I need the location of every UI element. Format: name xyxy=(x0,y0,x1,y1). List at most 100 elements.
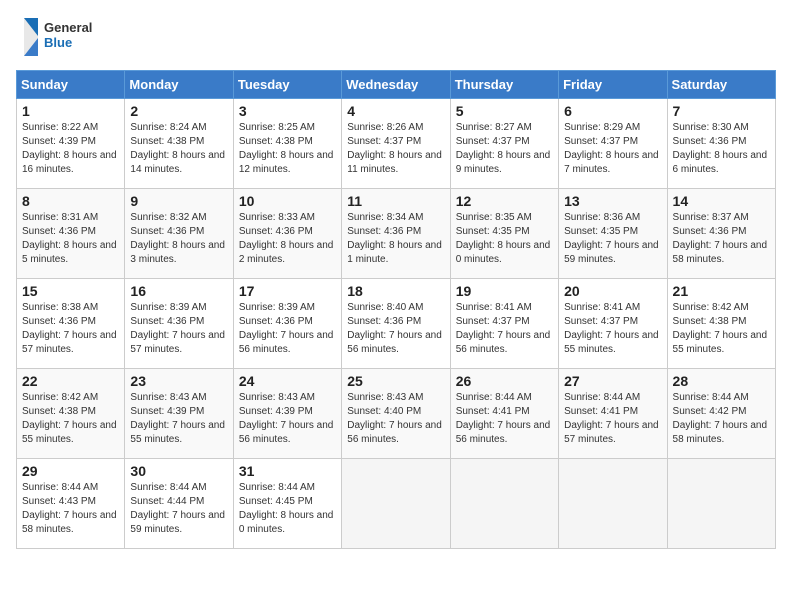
day-info: Sunrise: 8:32 AM Sunset: 4:36 PM Dayligh… xyxy=(130,211,227,267)
day-number: 22 xyxy=(22,373,119,389)
calendar-cell: 23 Sunrise: 8:43 AM Sunset: 4:39 PM Dayl… xyxy=(125,369,233,459)
day-number: 14 xyxy=(673,193,770,209)
calendar-cell: 9 Sunrise: 8:32 AM Sunset: 4:36 PM Dayli… xyxy=(125,189,233,279)
day-info: Sunrise: 8:44 AM Sunset: 4:44 PM Dayligh… xyxy=(130,481,227,537)
day-info: Sunrise: 8:37 AM Sunset: 4:36 PM Dayligh… xyxy=(673,211,770,267)
calendar-cell: 19 Sunrise: 8:41 AM Sunset: 4:37 PM Dayl… xyxy=(450,279,558,369)
calendar-cell: 6 Sunrise: 8:29 AM Sunset: 4:37 PM Dayli… xyxy=(559,99,667,189)
calendar-cell: 28 Sunrise: 8:44 AM Sunset: 4:42 PM Dayl… xyxy=(667,369,775,459)
day-number: 24 xyxy=(239,373,336,389)
day-info: Sunrise: 8:27 AM Sunset: 4:37 PM Dayligh… xyxy=(456,121,553,177)
day-number: 29 xyxy=(22,463,119,479)
day-info: Sunrise: 8:42 AM Sunset: 4:38 PM Dayligh… xyxy=(22,391,119,447)
day-number: 21 xyxy=(673,283,770,299)
day-number: 6 xyxy=(564,103,661,119)
day-number: 30 xyxy=(130,463,227,479)
weekday-header-thursday: Thursday xyxy=(450,71,558,99)
calendar-cell xyxy=(559,459,667,549)
day-info: Sunrise: 8:44 AM Sunset: 4:41 PM Dayligh… xyxy=(564,391,661,447)
day-number: 7 xyxy=(673,103,770,119)
weekday-header-sunday: Sunday xyxy=(17,71,125,99)
day-number: 17 xyxy=(239,283,336,299)
weekday-header-wednesday: Wednesday xyxy=(342,71,450,99)
day-number: 5 xyxy=(456,103,553,119)
day-number: 9 xyxy=(130,193,227,209)
calendar-cell: 3 Sunrise: 8:25 AM Sunset: 4:38 PM Dayli… xyxy=(233,99,341,189)
calendar-cell: 12 Sunrise: 8:35 AM Sunset: 4:35 PM Dayl… xyxy=(450,189,558,279)
calendar-cell: 30 Sunrise: 8:44 AM Sunset: 4:44 PM Dayl… xyxy=(125,459,233,549)
calendar-cell xyxy=(450,459,558,549)
day-number: 11 xyxy=(347,193,444,209)
calendar-cell: 27 Sunrise: 8:44 AM Sunset: 4:41 PM Dayl… xyxy=(559,369,667,459)
page-header: General Blue xyxy=(16,16,776,58)
day-info: Sunrise: 8:44 AM Sunset: 4:41 PM Dayligh… xyxy=(456,391,553,447)
day-info: Sunrise: 8:43 AM Sunset: 4:39 PM Dayligh… xyxy=(130,391,227,447)
day-number: 13 xyxy=(564,193,661,209)
calendar-cell: 16 Sunrise: 8:39 AM Sunset: 4:36 PM Dayl… xyxy=(125,279,233,369)
calendar-cell xyxy=(342,459,450,549)
calendar-cell: 26 Sunrise: 8:44 AM Sunset: 4:41 PM Dayl… xyxy=(450,369,558,459)
day-number: 2 xyxy=(130,103,227,119)
calendar-table: SundayMondayTuesdayWednesdayThursdayFrid… xyxy=(16,70,776,549)
calendar-cell: 20 Sunrise: 8:41 AM Sunset: 4:37 PM Dayl… xyxy=(559,279,667,369)
calendar-cell: 8 Sunrise: 8:31 AM Sunset: 4:36 PM Dayli… xyxy=(17,189,125,279)
day-number: 31 xyxy=(239,463,336,479)
day-number: 28 xyxy=(673,373,770,389)
day-info: Sunrise: 8:34 AM Sunset: 4:36 PM Dayligh… xyxy=(347,211,444,267)
calendar-cell: 21 Sunrise: 8:42 AM Sunset: 4:38 PM Dayl… xyxy=(667,279,775,369)
day-number: 23 xyxy=(130,373,227,389)
day-info: Sunrise: 8:29 AM Sunset: 4:37 PM Dayligh… xyxy=(564,121,661,177)
day-info: Sunrise: 8:30 AM Sunset: 4:36 PM Dayligh… xyxy=(673,121,770,177)
day-number: 15 xyxy=(22,283,119,299)
calendar-cell: 22 Sunrise: 8:42 AM Sunset: 4:38 PM Dayl… xyxy=(17,369,125,459)
day-number: 27 xyxy=(564,373,661,389)
day-number: 18 xyxy=(347,283,444,299)
calendar-week-3: 15 Sunrise: 8:38 AM Sunset: 4:36 PM Dayl… xyxy=(17,279,776,369)
weekday-header-tuesday: Tuesday xyxy=(233,71,341,99)
day-info: Sunrise: 8:41 AM Sunset: 4:37 PM Dayligh… xyxy=(456,301,553,357)
day-number: 16 xyxy=(130,283,227,299)
day-info: Sunrise: 8:25 AM Sunset: 4:38 PM Dayligh… xyxy=(239,121,336,177)
calendar-week-1: 1 Sunrise: 8:22 AM Sunset: 4:39 PM Dayli… xyxy=(17,99,776,189)
calendar-cell: 31 Sunrise: 8:44 AM Sunset: 4:45 PM Dayl… xyxy=(233,459,341,549)
calendar-cell: 5 Sunrise: 8:27 AM Sunset: 4:37 PM Dayli… xyxy=(450,99,558,189)
day-info: Sunrise: 8:24 AM Sunset: 4:38 PM Dayligh… xyxy=(130,121,227,177)
calendar-cell: 25 Sunrise: 8:43 AM Sunset: 4:40 PM Dayl… xyxy=(342,369,450,459)
day-number: 12 xyxy=(456,193,553,209)
day-number: 3 xyxy=(239,103,336,119)
day-info: Sunrise: 8:41 AM Sunset: 4:37 PM Dayligh… xyxy=(564,301,661,357)
calendar-cell: 4 Sunrise: 8:26 AM Sunset: 4:37 PM Dayli… xyxy=(342,99,450,189)
calendar-cell: 17 Sunrise: 8:39 AM Sunset: 4:36 PM Dayl… xyxy=(233,279,341,369)
day-info: Sunrise: 8:44 AM Sunset: 4:42 PM Dayligh… xyxy=(673,391,770,447)
calendar-cell: 2 Sunrise: 8:24 AM Sunset: 4:38 PM Dayli… xyxy=(125,99,233,189)
calendar-cell: 13 Sunrise: 8:36 AM Sunset: 4:35 PM Dayl… xyxy=(559,189,667,279)
calendar-cell: 15 Sunrise: 8:38 AM Sunset: 4:36 PM Dayl… xyxy=(17,279,125,369)
day-info: Sunrise: 8:44 AM Sunset: 4:45 PM Dayligh… xyxy=(239,481,336,537)
weekday-header-monday: Monday xyxy=(125,71,233,99)
day-info: Sunrise: 8:36 AM Sunset: 4:35 PM Dayligh… xyxy=(564,211,661,267)
day-info: Sunrise: 8:39 AM Sunset: 4:36 PM Dayligh… xyxy=(130,301,227,357)
day-info: Sunrise: 8:44 AM Sunset: 4:43 PM Dayligh… xyxy=(22,481,119,537)
svg-text:Blue: Blue xyxy=(44,35,72,50)
calendar-cell: 7 Sunrise: 8:30 AM Sunset: 4:36 PM Dayli… xyxy=(667,99,775,189)
weekday-header-row: SundayMondayTuesdayWednesdayThursdayFrid… xyxy=(17,71,776,99)
day-info: Sunrise: 8:31 AM Sunset: 4:36 PM Dayligh… xyxy=(22,211,119,267)
logo-svg: General Blue xyxy=(16,16,106,58)
day-info: Sunrise: 8:35 AM Sunset: 4:35 PM Dayligh… xyxy=(456,211,553,267)
calendar-week-5: 29 Sunrise: 8:44 AM Sunset: 4:43 PM Dayl… xyxy=(17,459,776,549)
day-info: Sunrise: 8:22 AM Sunset: 4:39 PM Dayligh… xyxy=(22,121,119,177)
day-number: 4 xyxy=(347,103,444,119)
day-info: Sunrise: 8:43 AM Sunset: 4:39 PM Dayligh… xyxy=(239,391,336,447)
day-info: Sunrise: 8:39 AM Sunset: 4:36 PM Dayligh… xyxy=(239,301,336,357)
svg-text:General: General xyxy=(44,20,92,35)
day-info: Sunrise: 8:43 AM Sunset: 4:40 PM Dayligh… xyxy=(347,391,444,447)
calendar-week-4: 22 Sunrise: 8:42 AM Sunset: 4:38 PM Dayl… xyxy=(17,369,776,459)
day-info: Sunrise: 8:42 AM Sunset: 4:38 PM Dayligh… xyxy=(673,301,770,357)
day-number: 25 xyxy=(347,373,444,389)
day-info: Sunrise: 8:26 AM Sunset: 4:37 PM Dayligh… xyxy=(347,121,444,177)
calendar-week-2: 8 Sunrise: 8:31 AM Sunset: 4:36 PM Dayli… xyxy=(17,189,776,279)
day-number: 20 xyxy=(564,283,661,299)
day-number: 10 xyxy=(239,193,336,209)
day-info: Sunrise: 8:33 AM Sunset: 4:36 PM Dayligh… xyxy=(239,211,336,267)
day-number: 1 xyxy=(22,103,119,119)
